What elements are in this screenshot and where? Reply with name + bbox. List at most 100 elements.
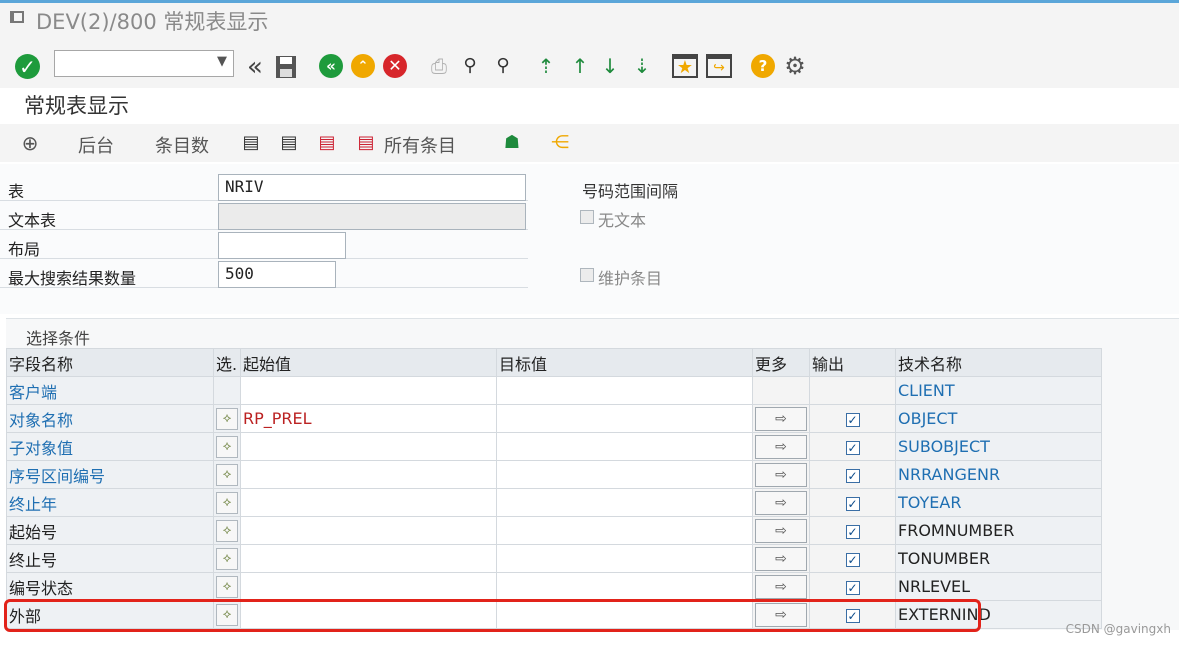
field-name-cell: 序号区间编号 xyxy=(6,460,214,489)
no-text-label: 无文本 xyxy=(598,211,647,230)
column-header[interactable]: 更多 xyxy=(752,348,810,377)
output-cell: ✓ xyxy=(809,460,896,489)
more-cell: ⇨ xyxy=(752,460,810,489)
multiple-selection-icon[interactable]: ⇨ xyxy=(755,434,807,459)
shortcut-icon[interactable]: ↪ xyxy=(706,54,732,78)
to-value-input[interactable] xyxy=(496,544,753,573)
column-header[interactable]: 目标值 xyxy=(496,348,753,377)
from-value-input[interactable] xyxy=(240,460,497,489)
multiple-selection-icon[interactable]: ⇨ xyxy=(755,574,807,599)
select-options-icon[interactable]: ⟡ xyxy=(216,436,238,458)
from-value-input[interactable] xyxy=(240,376,497,405)
from-value-input[interactable] xyxy=(240,572,497,601)
text-table-label: 文本表 xyxy=(8,211,57,230)
output-checkbox[interactable]: ✓ xyxy=(845,553,860,567)
page-title: 常规表显示 xyxy=(24,94,129,118)
column-header[interactable]: 字段名称 xyxy=(6,348,214,377)
to-value-input[interactable] xyxy=(496,432,753,461)
field-name-cell: 子对象值 xyxy=(6,432,214,461)
delete-selection-icon[interactable]: ▤ xyxy=(316,131,338,155)
to-value-input[interactable] xyxy=(496,600,753,629)
multiple-selection-icon[interactable]: ⇨ xyxy=(755,518,807,543)
exit-icon[interactable]: ⌃ xyxy=(351,54,375,78)
from-value-input[interactable]: RP_PREL xyxy=(240,404,497,433)
output-checkbox[interactable]: ✓ xyxy=(845,497,860,511)
column-header[interactable]: 技术名称 xyxy=(895,348,1102,377)
column-header[interactable]: 输出 xyxy=(809,348,896,377)
to-value-input[interactable] xyxy=(496,516,753,545)
select-options-icon[interactable]: ⟡ xyxy=(216,520,238,542)
backend-button[interactable]: 后台 xyxy=(78,132,114,158)
technical-name-cell: TONUMBER xyxy=(895,544,1102,573)
to-value-input[interactable] xyxy=(496,488,753,517)
column-header[interactable]: 起始值 xyxy=(240,348,497,377)
table-row: 对象名称 ⟡ RP_PREL ⇨ ✓ OBJECT xyxy=(6,404,1102,433)
help-icon[interactable]: ? xyxy=(751,54,775,78)
to-value-input[interactable] xyxy=(496,460,753,489)
create-session-icon[interactable]: ★ xyxy=(672,54,698,78)
settings-gear-icon[interactable]: ⚙ xyxy=(782,53,808,79)
from-value-input[interactable] xyxy=(240,600,497,629)
save-icon[interactable] xyxy=(274,54,298,80)
output-checkbox[interactable]: ✓ xyxy=(845,469,860,483)
select-options-icon[interactable]: ⟡ xyxy=(216,492,238,514)
technical-name-cell: OBJECT xyxy=(895,404,1102,433)
from-value-input[interactable] xyxy=(240,488,497,517)
from-value-input[interactable] xyxy=(240,544,497,573)
multiple-selection-icon[interactable]: ⇨ xyxy=(755,462,807,487)
find-icon[interactable]: ⚲ xyxy=(458,54,482,78)
select-fields-icon[interactable]: ▤ xyxy=(240,131,262,155)
command-field[interactable]: ▼ xyxy=(54,50,234,77)
entry-count-button[interactable]: 条目数 xyxy=(155,132,209,158)
to-value-input[interactable] xyxy=(496,376,753,405)
system-toolbar: ✓ ▼ « « ⌃ ✕ ⎙ ⚲ ⚲ ⇡ ↑ ↓ ⇣ ★ ↪ ? ⚙ xyxy=(0,36,1179,88)
column-header[interactable]: 选. xyxy=(213,348,241,377)
field-name-cell: 客户端 xyxy=(6,376,214,405)
to-value-input[interactable] xyxy=(496,572,753,601)
output-checkbox[interactable]: ✓ xyxy=(845,413,860,427)
to-value-input[interactable] xyxy=(496,404,753,433)
menu-icon[interactable] xyxy=(10,11,24,23)
cancel-icon[interactable]: ✕ xyxy=(383,54,407,78)
select-options-icon[interactable]: ⟡ xyxy=(216,576,238,598)
last-page-icon[interactable]: ⇣ xyxy=(630,54,654,78)
multiple-selection-icon[interactable]: ⇨ xyxy=(755,490,807,515)
table-parameters-area: 表 NRIV 文本表 布局 最大搜索结果数量 500 号码范围间隔 无文本 维护… xyxy=(0,164,1179,314)
print-icon[interactable]: ⎙ xyxy=(427,54,451,78)
output-checkbox[interactable]: ✓ xyxy=(845,441,860,455)
output-checkbox[interactable]: ✓ xyxy=(845,525,860,539)
execute-icon[interactable]: ⊕ xyxy=(18,131,42,155)
find-next-icon[interactable]: ⚲ xyxy=(490,54,516,78)
table-input[interactable]: NRIV xyxy=(218,174,526,201)
field-list-icon[interactable]: ▤ xyxy=(278,131,300,155)
select-options-cell: ⟡ xyxy=(213,600,241,629)
from-value-input[interactable] xyxy=(240,432,497,461)
enter-check-icon[interactable]: ✓ xyxy=(15,54,40,79)
next-page-icon[interactable]: ↓ xyxy=(598,54,622,78)
layout-input[interactable] xyxy=(218,232,346,259)
multiple-selection-icon[interactable]: ⇨ xyxy=(755,546,807,571)
application-toolbar: ⊕ 后台 条目数 ▤ ▤ ▤ ▤ 所有条目 ☗ ⋲ xyxy=(0,124,1179,162)
max-hits-input[interactable]: 500 xyxy=(218,261,336,288)
user-settings-icon[interactable]: ☗ xyxy=(500,131,524,155)
select-options-icon[interactable]: ⟡ xyxy=(216,464,238,486)
multiple-selection-icon[interactable]: ⇨ xyxy=(755,406,807,431)
double-chevron-left-icon[interactable]: « xyxy=(242,54,268,80)
all-entries-button[interactable]: 所有条目 xyxy=(384,132,456,158)
chevron-down-icon[interactable]: ▼ xyxy=(217,54,227,69)
select-options-icon[interactable]: ⟡ xyxy=(216,548,238,570)
table-row: 客户端 CLIENT xyxy=(6,376,1102,405)
previous-page-icon[interactable]: ↑ xyxy=(568,54,592,78)
output-checkbox[interactable]: ✓ xyxy=(845,581,860,595)
share-icon[interactable]: ⋲ xyxy=(548,131,572,155)
back-icon[interactable]: « xyxy=(319,54,343,78)
all-entries-icon[interactable]: ▤ xyxy=(355,131,377,155)
output-checkbox[interactable]: ✓ xyxy=(845,609,860,623)
first-page-icon[interactable]: ⇡ xyxy=(534,54,558,78)
multiple-selection-icon[interactable]: ⇨ xyxy=(755,602,807,627)
technical-name-cell: SUBOBJECT xyxy=(895,432,1102,461)
from-value-input[interactable] xyxy=(240,516,497,545)
select-options-icon[interactable]: ⟡ xyxy=(216,604,238,626)
select-options-icon[interactable]: ⟡ xyxy=(216,408,238,430)
more-cell: ⇨ xyxy=(752,544,810,573)
